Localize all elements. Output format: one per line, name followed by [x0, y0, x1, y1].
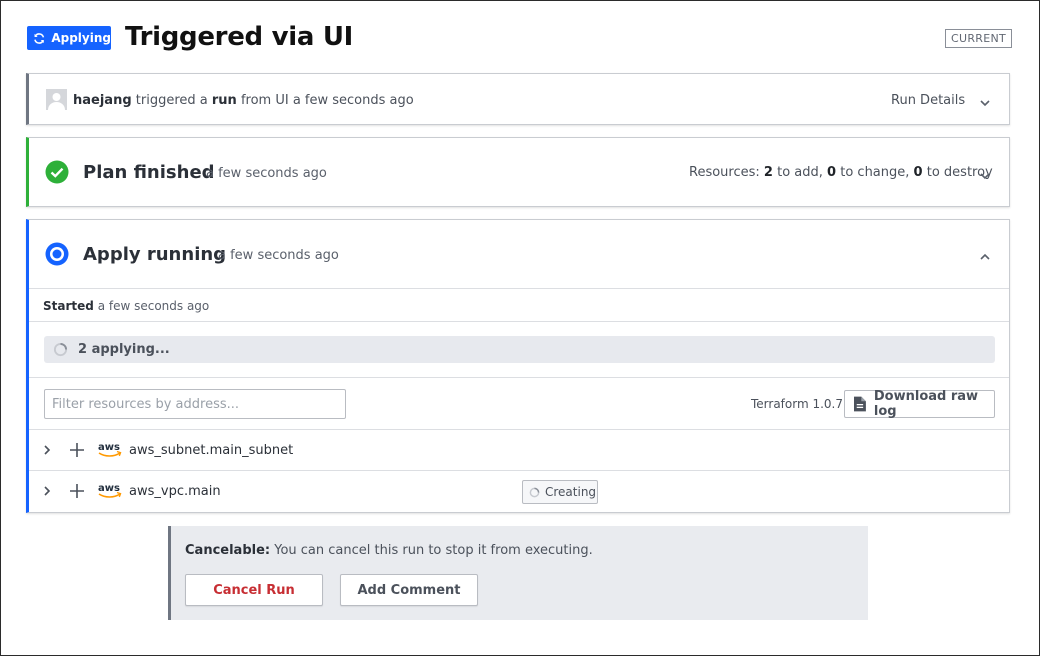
plan-title: Plan finished [83, 162, 215, 183]
cancel-panel: Cancelable: You can cancel this run to s… [168, 526, 868, 620]
file-icon [854, 396, 866, 412]
avatar [46, 89, 67, 110]
spinner-icon [529, 487, 540, 497]
resource-address: aws_subnet.main_subnet [129, 443, 294, 458]
terraform-version: Terraform 1.0.7 [751, 397, 844, 411]
destroy-count: 0 [913, 165, 923, 180]
change-text: to change, [840, 165, 910, 180]
apply-time: a few seconds ago [218, 248, 339, 263]
trigger-user[interactable]: haejang [73, 93, 132, 108]
resource-address: aws_vpc.main [129, 484, 221, 499]
run-details-toggle[interactable]: Run Details [891, 93, 965, 108]
divider [29, 288, 1009, 289]
creating-status-badge: Creating [522, 480, 598, 504]
trigger-from-text: from UI a few seconds ago [240, 93, 414, 108]
current-badge: CURRENT [945, 29, 1013, 48]
run-link: run [211, 93, 237, 108]
creating-label: Creating [545, 485, 597, 499]
divider [29, 377, 1009, 378]
plan-time: a few seconds ago [206, 166, 327, 181]
started-label: Started [43, 299, 94, 313]
resource-row[interactable]: aws aws_vpc.main Creating [29, 471, 1010, 512]
trigger-summary: haejang triggered a run from UI a few se… [73, 93, 414, 108]
resources-prefix: Resources: [689, 165, 760, 180]
svg-text:aws: aws [98, 442, 120, 453]
aws-logo-icon: aws [98, 483, 122, 498]
trigger-text: triggered a [135, 93, 208, 108]
user-icon [48, 93, 65, 110]
chevron-up-icon[interactable] [979, 248, 991, 260]
svg-text:aws: aws [98, 483, 120, 494]
spinner-icon [53, 342, 68, 357]
download-raw-log-button[interactable]: Download raw log [844, 389, 995, 419]
add-count: 2 [763, 165, 773, 180]
download-label: Download raw log [873, 389, 979, 419]
aws-logo-icon: aws [98, 442, 122, 457]
cancel-description: You can cancel this run to stop it from … [274, 543, 593, 558]
status-badge: Applying [27, 26, 111, 50]
apply-card: Apply running a few seconds ago Started … [26, 219, 1010, 513]
running-icon [45, 242, 69, 266]
status-badge-label: Applying [51, 31, 111, 45]
chevron-down-icon[interactable] [979, 94, 991, 107]
started-info: Started a few seconds ago [43, 299, 209, 313]
plus-icon [70, 484, 84, 498]
sync-icon [34, 32, 45, 44]
page-title: Triggered via UI [125, 22, 354, 52]
add-comment-button[interactable]: Add Comment [340, 574, 478, 606]
cancel-info: Cancelable: You can cancel this run to s… [185, 543, 593, 558]
check-circle-icon [45, 160, 69, 184]
applying-progress: 2 applying... [44, 336, 995, 363]
apply-title: Apply running [83, 244, 227, 265]
chevron-right-icon[interactable] [42, 444, 52, 456]
cancelable-label: Cancelable: [185, 543, 271, 558]
cancel-run-button[interactable]: Cancel Run [185, 574, 323, 606]
plan-card[interactable]: Plan finished a few seconds ago Resource… [26, 137, 1010, 207]
resources-summary: Resources: 2 to add, 0 to change, 0 to d… [689, 165, 993, 180]
divider [29, 321, 1009, 322]
chevron-down-icon[interactable] [979, 167, 991, 180]
change-count: 0 [827, 165, 837, 180]
plus-icon [70, 443, 84, 457]
filter-resources-input[interactable] [44, 389, 346, 419]
applying-label: 2 applying... [78, 342, 170, 357]
resource-row[interactable]: aws aws_subnet.main_subnet [29, 430, 1010, 471]
chevron-right-icon[interactable] [42, 485, 52, 497]
trigger-card[interactable]: haejang triggered a run from UI a few se… [26, 73, 1010, 125]
started-time: a few seconds ago [97, 299, 210, 313]
add-text: to add, [777, 165, 823, 180]
